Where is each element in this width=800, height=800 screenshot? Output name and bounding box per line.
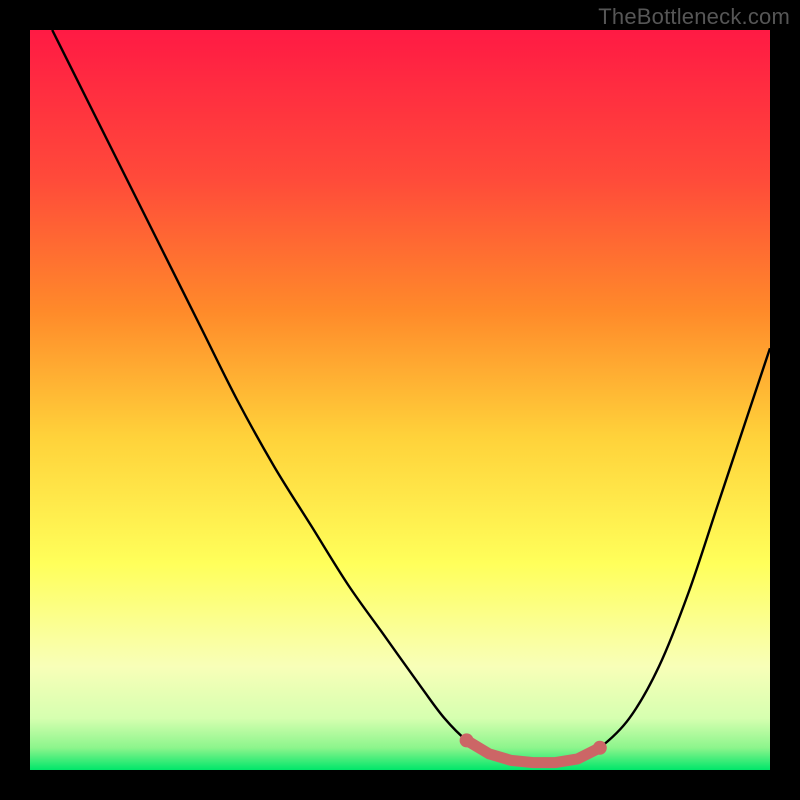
watermark-text: TheBottleneck.com [598,4,790,30]
chart-frame: TheBottleneck.com [0,0,800,800]
plot-area [30,30,770,770]
plot-svg [30,30,770,770]
optimal-range-end-dot [593,741,607,755]
optimal-range-start-dot [460,733,474,747]
